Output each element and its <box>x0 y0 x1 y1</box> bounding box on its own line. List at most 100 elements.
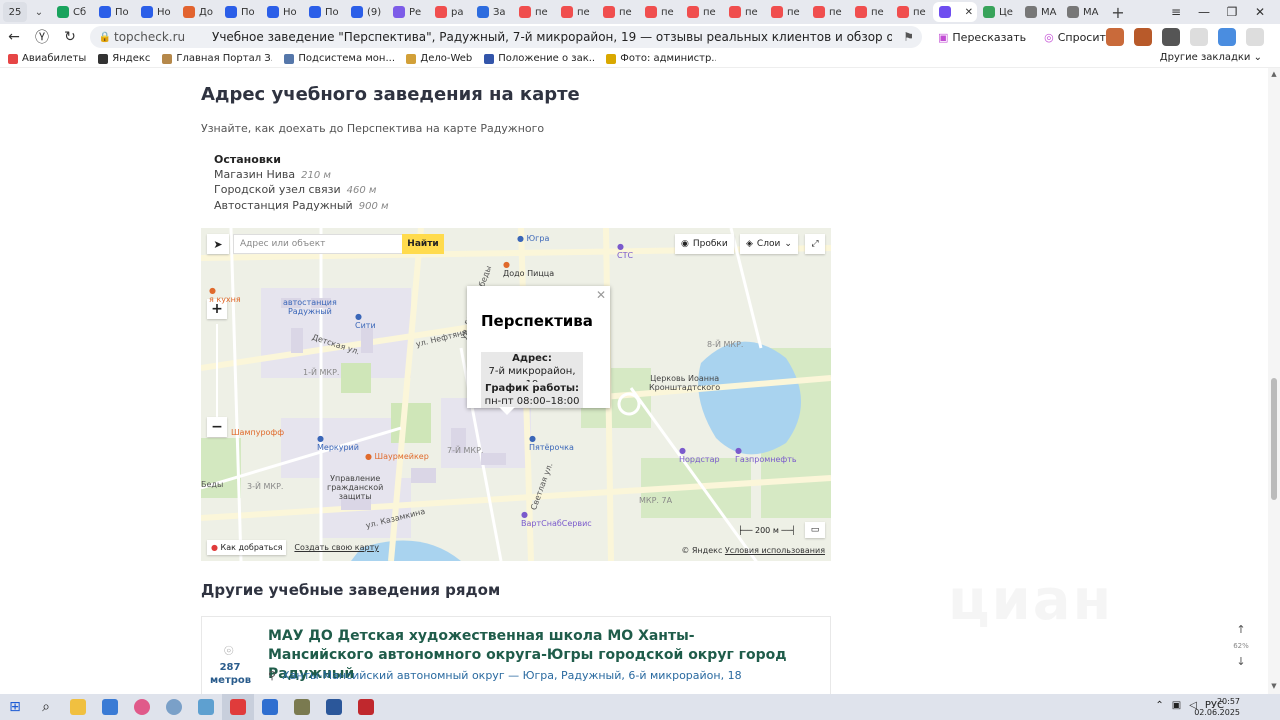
window-close-icon[interactable]: ✕ <box>1246 5 1274 19</box>
back-arrow-icon[interactable]: ← <box>0 25 28 49</box>
tab-close-icon[interactable]: ✕ <box>965 7 973 18</box>
other-bookmarks[interactable]: Другие закладки ⌄ <box>1160 52 1262 63</box>
nearby-address[interactable]: ⚲ Ханты-Мансийский автономный округ — Югр… <box>268 669 742 683</box>
poi-civil-defense[interactable]: Управление гражданской защиты <box>327 474 383 501</box>
tab[interactable]: По <box>303 2 345 22</box>
tab-count-badge[interactable]: 25 <box>3 2 27 22</box>
restore-icon[interactable]: ❐ <box>1218 5 1246 19</box>
bookmark-item[interactable]: Главная Портал З... <box>162 53 272 64</box>
tab[interactable]: пе <box>555 2 597 22</box>
app-icon[interactable] <box>94 694 126 720</box>
poi-kitchen[interactable]: ● я кухня <box>209 286 241 304</box>
layers-button[interactable]: ◈ Слои ⌄ <box>740 234 798 254</box>
windows-start-icon[interactable]: ⊞ <box>0 694 30 720</box>
poi-pyaterochka[interactable]: ● Пятёрочка <box>529 434 574 452</box>
zoom-slider[interactable] <box>216 324 218 420</box>
my-location-arrow-icon[interactable]: ➤ <box>207 234 229 254</box>
scroll-up-arrow-icon[interactable]: ↑ <box>1230 622 1252 638</box>
bookmark-item[interactable]: Фото: администр... <box>606 53 716 64</box>
app-icon[interactable] <box>126 694 158 720</box>
new-tab-plus-icon[interactable]: + <box>1107 2 1129 22</box>
extension-icon[interactable] <box>1162 28 1180 46</box>
nearby-card[interactable]: ⌾ 287 метров МАУ ДО Детская художественн… <box>201 616 831 694</box>
search-icon[interactable]: ⌕ <box>30 694 62 720</box>
ruler-icon[interactable]: ▭ <box>805 522 825 538</box>
taskbar-clock[interactable]: 20:57 02.06.2025 <box>1194 696 1240 718</box>
reload-icon[interactable]: ↻ <box>56 25 84 49</box>
tab[interactable]: Но <box>261 2 303 22</box>
tab[interactable]: Но <box>135 2 177 22</box>
popup-close-icon[interactable]: ✕ <box>596 288 606 302</box>
retell-button[interactable]: ▣ Пересказать <box>932 27 1032 47</box>
minimize-icon[interactable]: — <box>1190 5 1218 19</box>
pdf-icon[interactable] <box>350 694 382 720</box>
tab[interactable]: пе <box>765 2 807 22</box>
poi-bus-station[interactable]: автостанция Радужный <box>283 298 337 316</box>
page-scrollbar[interactable]: ▲ ▼ <box>1268 68 1280 694</box>
menu-lines-icon[interactable]: ≡ <box>1162 5 1190 19</box>
map-search-input[interactable]: Адрес или объект <box>233 234 403 254</box>
word-icon[interactable] <box>318 694 350 720</box>
yandex-browser-icon[interactable] <box>222 694 254 720</box>
bookmark-item[interactable]: Дело-Web <box>406 53 472 64</box>
tab[interactable]: Сб <box>51 2 93 22</box>
app-icon[interactable] <box>158 694 190 720</box>
poi-ugra[interactable]: ● Югра <box>517 234 549 243</box>
tab[interactable]: МА <box>1019 2 1061 22</box>
scroll-down-arrow-icon[interactable]: ↓ <box>1230 654 1252 670</box>
tab[interactable]: ра <box>429 2 471 22</box>
extension-icon[interactable] <box>1134 28 1152 46</box>
tab[interactable]: пе <box>597 2 639 22</box>
tab[interactable]: Ре <box>387 2 429 22</box>
app-icon[interactable] <box>254 694 286 720</box>
scrollbar-thumb[interactable] <box>1271 378 1277 500</box>
map-find-button[interactable]: Найти <box>402 234 444 254</box>
bookmark-item[interactable]: Подсистема мон... <box>284 53 394 64</box>
poi-gazprom[interactable]: ● Газпромнефть <box>735 446 797 464</box>
terms-link[interactable]: Условия использования <box>725 546 825 555</box>
poi-dodo[interactable]: ● Додо Пицца <box>503 260 554 278</box>
extension-icon[interactable] <box>1106 28 1124 46</box>
downloads-icon[interactable] <box>1246 28 1264 46</box>
tray-chevron-up-icon[interactable]: ⌃ <box>1155 700 1163 711</box>
scroll-down-triangle-icon[interactable]: ▼ <box>1270 682 1278 690</box>
extension-icon[interactable] <box>1218 28 1236 46</box>
tab[interactable]: пе <box>639 2 681 22</box>
collections-icon[interactable] <box>1190 28 1208 46</box>
yandex-home-icon[interactable]: Ⓨ <box>28 25 56 49</box>
app-icon[interactable] <box>190 694 222 720</box>
zoom-out-button[interactable]: − <box>207 417 227 437</box>
poi-merkuriy[interactable]: ● Меркурий <box>317 434 359 452</box>
tab[interactable]: пе <box>513 2 555 22</box>
tab[interactable]: пе <box>891 2 933 22</box>
bookmark-item[interactable]: Яндекс <box>98 53 150 64</box>
tab[interactable]: пе <box>807 2 849 22</box>
create-map-link[interactable]: Создать свою карту <box>294 543 379 552</box>
poi-nordstar[interactable]: ● Нордстар <box>679 446 720 464</box>
tab-active[interactable]: ✕ <box>933 2 977 22</box>
tab[interactable]: За <box>471 2 513 22</box>
poi-siti[interactable]: ● Сити <box>355 312 376 330</box>
tab[interactable]: МА <box>1061 2 1103 22</box>
poi-church[interactable]: Церковь Иоанна Кронштадтского <box>649 374 720 392</box>
app-icon[interactable] <box>286 694 318 720</box>
tab[interactable]: По <box>93 2 135 22</box>
tab[interactable]: пе <box>681 2 723 22</box>
tab-list-chevron-icon[interactable]: ⌄ <box>29 2 49 22</box>
route-button[interactable]: ● Как добраться <box>207 540 287 555</box>
tab[interactable]: (9) <box>345 2 387 22</box>
url-field[interactable]: 🔒 topcheck.ru Учебное заведение "Перспек… <box>90 26 922 48</box>
bookmark-item[interactable]: Положение о зак... <box>484 53 594 64</box>
bookmark-item[interactable]: Авиабилеты <box>8 53 86 64</box>
fullscreen-expand-icon[interactable]: ⤢ <box>805 234 825 254</box>
poi-vart[interactable]: ● ВартСнабСервис <box>521 510 592 528</box>
tab[interactable]: пе <box>723 2 765 22</box>
tab[interactable]: До <box>177 2 219 22</box>
bookmark-flag-icon[interactable]: ⚑ <box>903 30 914 44</box>
poi-shaurmeyker[interactable]: ● Шаурмейкер <box>365 452 429 461</box>
network-icon[interactable]: ▣ <box>1172 700 1181 711</box>
poi-sts[interactable]: ● СТС <box>617 242 633 260</box>
traffic-button[interactable]: ◉ Пробки <box>675 234 734 254</box>
tab[interactable]: По <box>219 2 261 22</box>
file-explorer-icon[interactable] <box>62 694 94 720</box>
